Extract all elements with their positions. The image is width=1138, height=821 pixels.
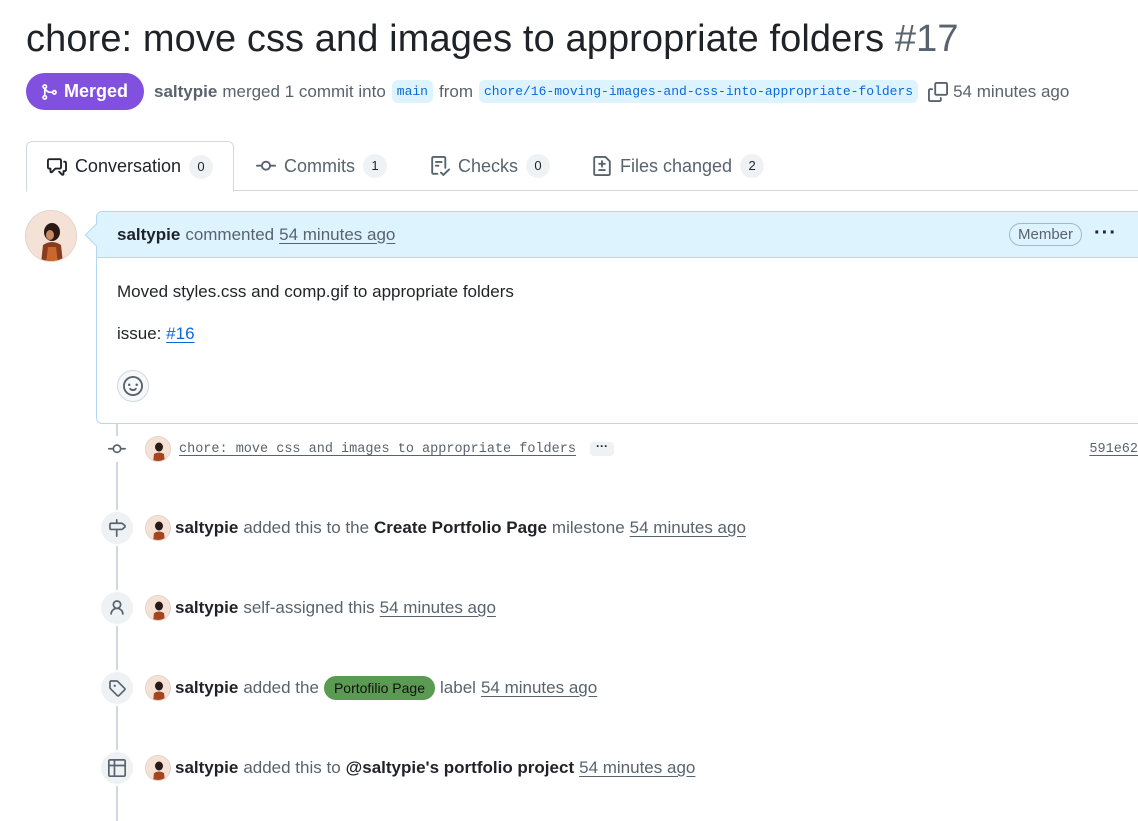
comment-issue-line: issue: #16	[117, 324, 1125, 344]
issue-link[interactable]: #16	[166, 324, 194, 343]
avatar-image	[26, 211, 76, 261]
tab-files-changed-count: 2	[740, 154, 765, 178]
tab-files-changed[interactable]: Files changed 2	[572, 141, 784, 191]
tab-conversation-count: 0	[189, 154, 213, 179]
pr-time: 54 minutes ago	[953, 81, 1070, 101]
kebab-menu-icon[interactable]: ···	[1094, 222, 1117, 245]
comment-body: Moved styles.css and comp.gif to appropr…	[97, 258, 1138, 344]
from-text: from	[439, 81, 473, 101]
member-role-badge: Member	[1008, 223, 1082, 246]
merged-state-badge: Merged	[26, 73, 145, 110]
copy-icon[interactable]	[928, 81, 949, 102]
actor-avatar[interactable]	[145, 675, 171, 701]
merge-text: merged 1 commit into	[222, 81, 386, 101]
event-text: added the	[243, 678, 319, 697]
comment-author[interactable]: saltypie	[117, 225, 180, 245]
event-time-link[interactable]: 54 minutes ago	[380, 598, 496, 618]
timeline-event-project: saltypie added this to @saltypie's portf…	[99, 750, 1138, 786]
actor-avatar[interactable]	[145, 515, 171, 541]
actor-link[interactable]: saltypie	[175, 678, 238, 698]
actor-link[interactable]: saltypie	[175, 598, 238, 618]
file-diff-icon	[593, 156, 611, 176]
tab-conversation[interactable]: Conversation 0	[26, 141, 234, 192]
milestone-icon	[99, 510, 135, 546]
comment-caret	[84, 223, 108, 247]
tag-icon	[99, 670, 135, 706]
commit-sha-link[interactable]: 591e62	[1089, 442, 1138, 457]
actor-link[interactable]: saltypie	[175, 758, 238, 778]
table-icon	[99, 750, 135, 786]
pr-meta: Merged saltypie merged 1 commit into mai…	[26, 73, 1069, 110]
event-text: added this to	[243, 758, 341, 777]
comment-action: commented	[185, 224, 275, 244]
base-branch[interactable]: main	[391, 80, 433, 103]
comment-header: saltypie commented 54 minutes ago Member…	[84, 212, 1138, 258]
event-text: milestone	[551, 518, 625, 537]
actor-avatar[interactable]	[145, 595, 171, 621]
pr-tabs: Conversation 0 Commits 1 Checks 0 Files …	[26, 141, 1138, 192]
commit-message-link[interactable]: chore: move css and images to appropriat…	[179, 442, 576, 457]
tab-conversation-label: Conversation	[74, 156, 181, 176]
git-commit-icon	[256, 160, 276, 171]
tab-commits-label: Commits	[284, 155, 355, 176]
tab-checks[interactable]: Checks 0	[410, 141, 570, 191]
timeline-event-label: saltypie added the Portofilio Page label…	[99, 670, 1138, 706]
event-time-link[interactable]: 54 minutes ago	[630, 518, 746, 538]
tab-checks-count: 0	[526, 154, 551, 178]
event-text: added this to the	[243, 518, 370, 537]
event-time-link[interactable]: 54 minutes ago	[481, 678, 597, 698]
commit-expand-button[interactable]: ···	[589, 440, 614, 456]
milestone-link[interactable]: Create Portfolio Page	[374, 518, 547, 538]
comment-box: saltypie commented 54 minutes ago Member…	[84, 211, 1138, 424]
comment-author-avatar[interactable]	[25, 210, 77, 262]
actor-link[interactable]: saltypie	[175, 518, 238, 538]
head-branch[interactable]: chore/16-moving-images-and-css-into-appr…	[479, 80, 919, 103]
merged-state-label: Merged	[64, 81, 129, 101]
commit-author-avatar[interactable]	[145, 436, 171, 462]
pr-author-link[interactable]: saltypie	[154, 82, 217, 102]
pr-title-text: chore: move css and images to appropriat…	[26, 18, 885, 60]
issue-prefix: issue:	[117, 324, 162, 343]
tab-files-changed-label: Files changed	[620, 155, 733, 176]
comment-discussion-icon	[47, 157, 67, 176]
person-icon	[99, 590, 135, 626]
timeline-event-assign: saltypie self-assigned this 54 minutes a…	[99, 590, 1138, 626]
tab-commits-count: 1	[363, 154, 387, 178]
git-merge-icon	[42, 83, 57, 100]
commit-node-icon	[104, 436, 130, 462]
checklist-icon	[431, 156, 450, 176]
add-reaction-button[interactable]	[117, 370, 149, 402]
event-text: label	[440, 678, 476, 697]
smiley-icon	[123, 376, 143, 396]
event-text: self-assigned this	[243, 598, 375, 617]
pr-title: chore: move css and images to appropriat…	[26, 18, 959, 61]
timeline-commit: chore: move css and images to appropriat…	[104, 434, 1138, 464]
actor-avatar[interactable]	[145, 755, 171, 781]
event-time-link[interactable]: 54 minutes ago	[579, 758, 695, 778]
tab-commits[interactable]: Commits 1	[236, 141, 407, 191]
project-link[interactable]: @saltypie's portfolio project	[346, 758, 574, 778]
comment-text: Moved styles.css and comp.gif to appropr…	[117, 282, 514, 301]
tab-checks-label: Checks	[458, 155, 519, 176]
timeline-event-milestone: saltypie added this to the Create Portfo…	[99, 510, 1138, 546]
label-pill[interactable]: Portofilio Page	[323, 676, 436, 700]
comment-time-link[interactable]: 54 minutes ago	[279, 225, 395, 245]
pr-number: #17	[894, 18, 959, 60]
